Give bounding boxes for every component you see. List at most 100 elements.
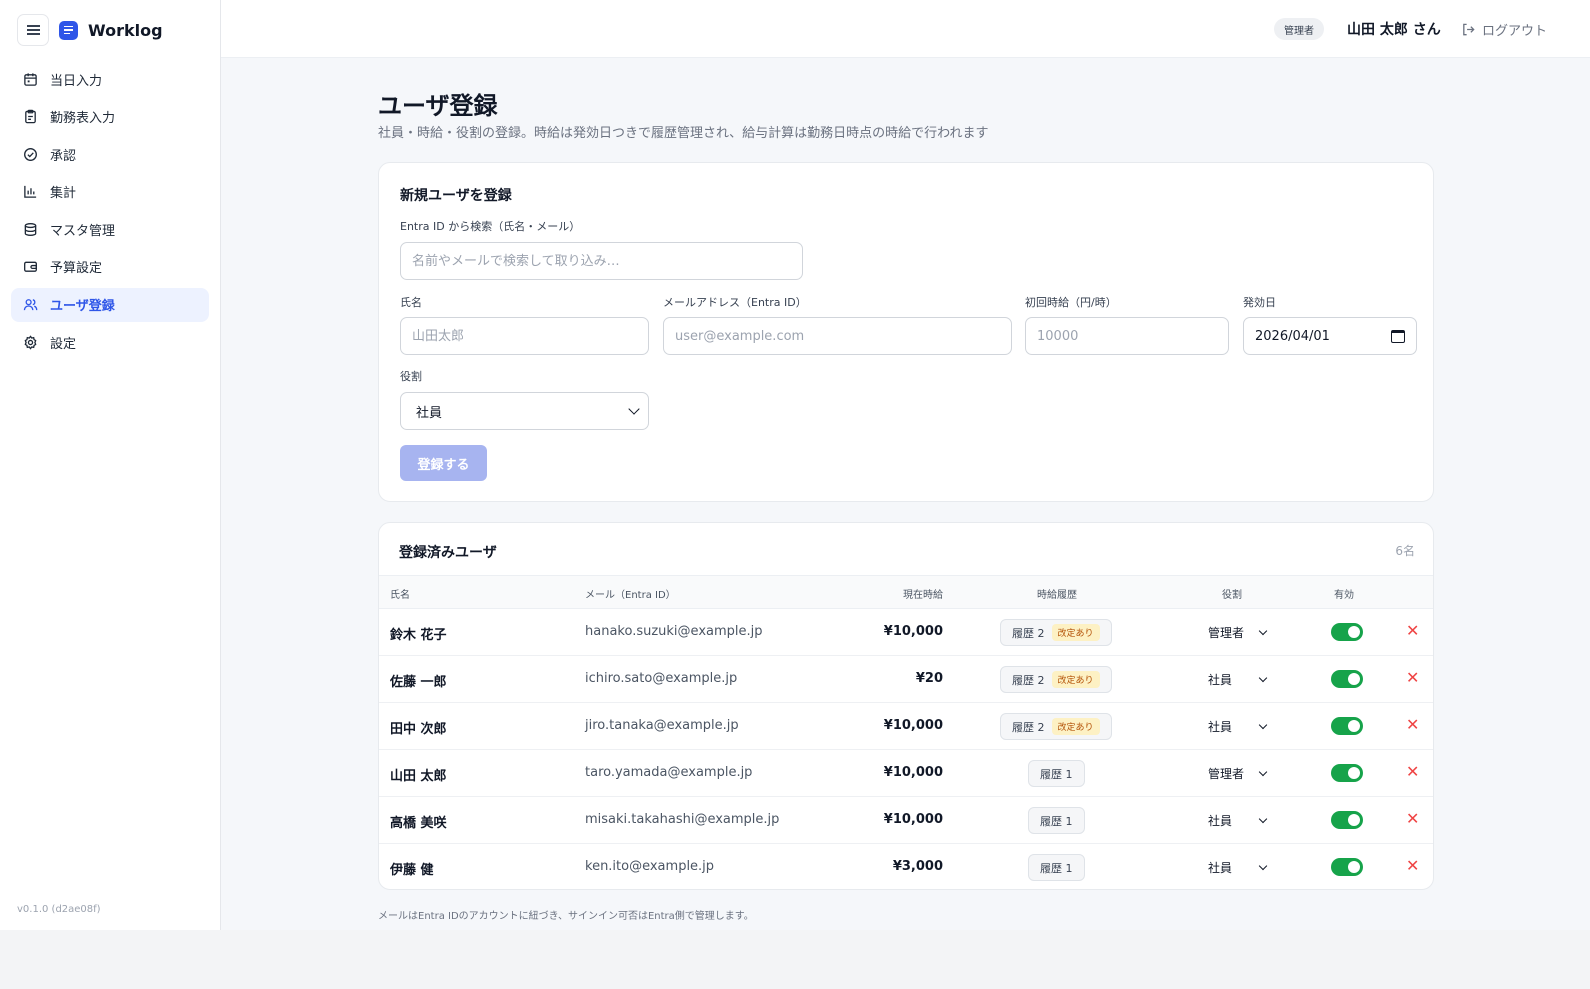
table-row: 佐藤 一郎 ichiro.sato@example.jp ¥20 履歴 2 改定… [379,656,1433,703]
delete-icon[interactable]: ✕ [1406,621,1419,640]
name-input[interactable] [400,317,649,355]
row-role-select[interactable]: 管理者 [1208,624,1268,641]
delete-icon[interactable]: ✕ [1406,809,1419,828]
register-button[interactable]: 登録する [400,445,487,481]
row-role-select[interactable]: 社員 [1208,671,1268,688]
user-email-cell: ken.ito@example.jp [585,859,715,874]
chevron-down-icon [1258,767,1268,777]
active-toggle[interactable] [1331,717,1363,735]
sidebar-item-master[interactable]: マスタ管理 [11,212,209,246]
role-label: 役割 [400,370,422,383]
sidebar-nav: 当日入力 勤務表入力 承認 集計 マスタ管理 予算設定 ユーザ登録 設定 [11,62,209,363]
user-email-cell: ichiro.sato@example.jp [585,671,738,686]
user-count: 6名 [1395,544,1415,558]
new-user-form-card: 新規ユーザを登録 Entra ID から検索（氏名・メール） 氏名 メールアドレ… [378,162,1434,502]
database-icon [24,222,37,236]
page-subtitle: 社員・時給・役割の登録。時給は発効日つきで履歴管理され、給与計算は勤務日時点の時… [378,126,989,141]
initial-rate-label: 初回時給（円/時） [1025,296,1117,309]
active-toggle[interactable] [1331,858,1363,876]
hamburger-menu-button[interactable] [17,14,49,46]
delete-icon[interactable]: ✕ [1406,856,1419,875]
history-count: 履歴 1 [1040,814,1073,828]
chevron-down-icon [628,403,640,415]
delete-icon[interactable]: ✕ [1406,715,1419,734]
hamburger-icon [26,26,40,34]
delete-icon[interactable]: ✕ [1406,762,1419,781]
sidebar-item-label: 集計 [50,186,77,202]
chevron-down-icon [1258,720,1268,730]
delete-icon[interactable]: ✕ [1406,668,1419,687]
sidebar-item-approval[interactable]: 承認 [11,137,209,171]
logout-label: ログアウト [1482,24,1548,39]
brand: Worklog [17,14,163,46]
row-role-select[interactable]: 社員 [1208,718,1268,735]
initial-rate-input[interactable] [1025,317,1229,355]
effective-date-input[interactable]: 2026/04/01 [1243,317,1417,355]
logout-icon [1463,23,1475,36]
rate-history-button[interactable]: 履歴 1 [1028,760,1085,787]
user-rate-cell: ¥10,000 [883,812,943,827]
active-toggle[interactable] [1331,670,1363,688]
user-rate-cell: ¥10,000 [883,624,943,639]
entra-search-input[interactable] [400,242,803,280]
user-rate-cell: ¥20 [915,671,943,686]
active-toggle[interactable] [1331,623,1363,641]
rate-history-button[interactable]: 履歴 1 [1028,854,1085,881]
check-circle-icon [24,147,37,161]
users-icon [23,299,38,311]
user-name-cell: 伊藤 健 [390,863,434,878]
sidebar: Worklog 当日入力 勤務表入力 承認 集計 マスタ管理 予算設定 ユーザ登… [0,0,221,930]
revised-badge: 改定あり [1051,624,1100,641]
entra-search-label: Entra ID から検索（氏名・メール） [400,220,581,233]
email-label: メールアドレス（Entra ID） [663,296,807,309]
user-rate-cell: ¥10,000 [883,718,943,733]
history-count: 履歴 2 [1012,626,1045,640]
name-label: 氏名 [400,296,422,309]
history-count: 履歴 2 [1012,673,1045,687]
column-header-rate: 現在時給 [903,590,943,601]
bottom-strip [0,930,1590,989]
table-row: 山田 太郎 taro.yamada@example.jp ¥10,000 履歴 … [379,750,1433,797]
email-input[interactable] [663,317,1012,355]
effective-date-label: 発効日 [1243,296,1276,309]
role-select[interactable]: 社員 [400,392,649,430]
sidebar-item-label: 承認 [50,148,77,164]
form-title: 新規ユーザを登録 [400,188,512,204]
logout-button[interactable]: ログアウト [1461,20,1547,39]
effective-date-value: 2026/04/01 [1255,328,1330,344]
users-table-title: 登録済みユーザ [399,545,497,561]
sidebar-item-settings[interactable]: 設定 [11,325,209,359]
app-name: Worklog [88,20,163,40]
rate-history-button[interactable]: 履歴 2 改定あり [1000,619,1112,646]
column-header-history: 時給履歴 [1037,590,1077,601]
sidebar-item-timesheet[interactable]: 勤務表入力 [11,100,209,134]
user-email-cell: hanako.suzuki@example.jp [585,624,763,639]
user-name-cell: 高橋 美咲 [390,816,447,831]
sidebar-item-budget[interactable]: 予算設定 [11,250,209,284]
row-role-select[interactable]: 管理者 [1208,765,1268,782]
user-rate-cell: ¥3,000 [892,859,943,874]
history-count: 履歴 2 [1012,720,1045,734]
sidebar-item-daily-entry[interactable]: 当日入力 [11,62,209,96]
chevron-down-icon [1258,626,1268,636]
rate-history-button[interactable]: 履歴 2 改定あり [1000,713,1112,740]
top-header: 管理者 山田 太郎 さん ログアウト [221,0,1590,58]
calendar-picker-icon[interactable] [1391,329,1405,343]
row-role-select[interactable]: 社員 [1208,859,1268,876]
table-row: 高橋 美咲 misaki.takahashi@example.jp ¥10,00… [379,797,1433,844]
active-toggle[interactable] [1331,811,1363,829]
column-header-email: メール（Entra ID） [585,590,676,601]
sidebar-item-user-registration[interactable]: ユーザ登録 [11,287,209,322]
rate-history-button[interactable]: 履歴 2 改定あり [1000,666,1112,693]
rate-history-button[interactable]: 履歴 1 [1028,807,1085,834]
user-email-cell: jiro.tanaka@example.jp [585,718,739,733]
chevron-down-icon [1258,814,1268,824]
row-role-select[interactable]: 社員 [1208,812,1268,829]
row-role-value: 社員 [1208,720,1233,734]
role-badge: 管理者 [1274,18,1324,40]
active-toggle[interactable] [1331,764,1363,782]
chevron-down-icon [1258,673,1268,683]
user-name-cell: 佐藤 一郎 [390,675,447,690]
sidebar-item-summary[interactable]: 集計 [11,175,209,209]
sidebar-item-label: 設定 [50,336,77,352]
